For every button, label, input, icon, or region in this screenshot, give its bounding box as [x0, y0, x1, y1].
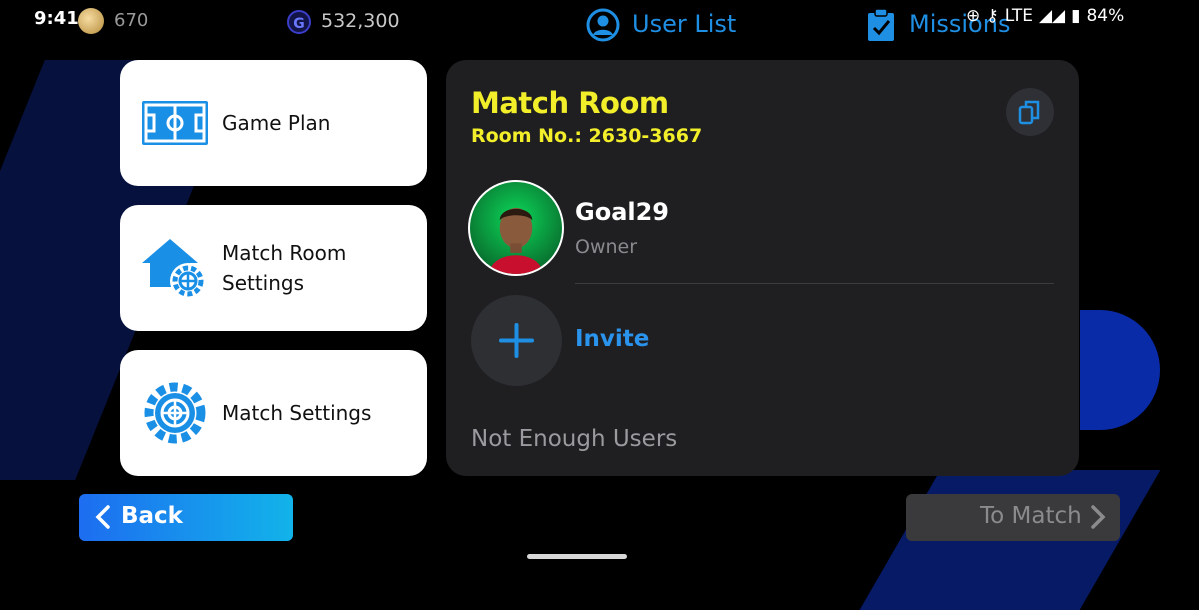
battery-icon: ▮	[1071, 6, 1081, 26]
network-type: LTE	[1004, 6, 1033, 26]
vpn-key-icon: ⚷	[986, 6, 999, 26]
missions-icon[interactable]	[866, 8, 896, 42]
status-bar: 9:41 670 G 532,300 User List Missions ⊕ ⚷…	[0, 0, 1199, 46]
system-icons: ⊕ ⚷ LTE ◢◢ ▮ 84%	[966, 6, 1130, 26]
match-settings-icon	[144, 382, 206, 444]
coin-count: 670	[114, 10, 149, 31]
plus-icon	[499, 323, 534, 358]
room-number: Room No.: 2630-3667	[471, 125, 703, 147]
match-settings-label: Match Settings	[222, 401, 372, 425]
back-label: Back	[121, 503, 183, 529]
owner-name: Goal29	[575, 198, 670, 226]
coin-icon	[78, 8, 104, 34]
match-room-settings-button[interactable]: Match Room Settings	[120, 205, 427, 331]
status-time: 9:41	[34, 8, 79, 29]
copy-room-number-button[interactable]	[1006, 88, 1054, 136]
gp-count: 532,300	[321, 10, 400, 32]
game-plan-label: Game Plan	[222, 111, 331, 135]
invite-label[interactable]: Invite	[575, 326, 649, 352]
match-room-panel: Match Room Room No.: 2630-3667 Goal29 Ow…	[446, 60, 1079, 476]
game-plan-button[interactable]: Game Plan	[120, 60, 427, 186]
battery-percent: 84%	[1086, 6, 1125, 26]
match-settings-button[interactable]: Match Settings	[120, 350, 427, 476]
signal-icon: ◢◢	[1038, 6, 1066, 26]
chevron-left-icon	[95, 505, 110, 529]
invite-button[interactable]	[471, 295, 562, 386]
to-match-label: To Match	[980, 503, 1082, 529]
back-button[interactable]: Back	[79, 494, 293, 541]
owner-role: Owner	[575, 236, 638, 258]
match-room-settings-label: Match Room Settings	[222, 238, 346, 298]
divider	[575, 283, 1054, 284]
room-status-text: Not Enough Users	[471, 426, 678, 452]
player-portrait-icon	[489, 207, 543, 274]
room-title: Match Room	[471, 86, 669, 120]
user-list-icon[interactable]	[586, 8, 620, 42]
owner-avatar	[468, 180, 564, 276]
match-room-settings-icon	[142, 239, 206, 299]
data-saver-icon: ⊕	[966, 6, 981, 26]
home-indicator[interactable]	[527, 554, 627, 559]
to-match-button[interactable]: To Match	[906, 494, 1120, 541]
match-room-settings-line2: Settings	[222, 271, 305, 295]
game-plan-icon	[142, 101, 208, 145]
copy-icon	[1018, 100, 1040, 125]
chevron-right-icon	[1091, 505, 1106, 529]
background-shape	[1080, 310, 1160, 430]
tab-user-list[interactable]: User List	[632, 10, 736, 38]
gp-icon: G	[287, 10, 311, 34]
match-room-settings-line1: Match Room	[222, 241, 347, 265]
